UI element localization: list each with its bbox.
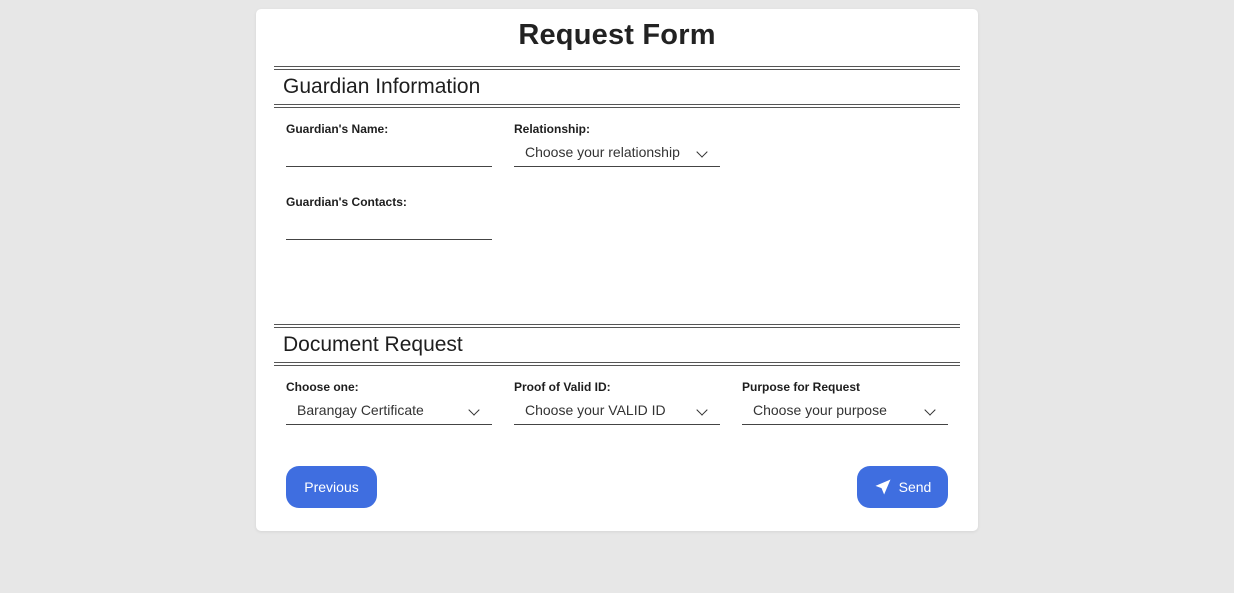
guardian-contacts-input[interactable]	[286, 217, 492, 240]
previous-button[interactable]: Previous	[286, 466, 377, 508]
request-form-card: Request Form Guardian Information Guardi…	[256, 9, 978, 531]
valid-id-select-value: Choose your VALID ID	[525, 402, 666, 418]
section-divider-top	[274, 324, 960, 328]
valid-id-label: Proof of Valid ID:	[514, 380, 611, 394]
chevron-down-icon	[468, 404, 480, 416]
send-button-label: Send	[898, 479, 932, 495]
choose-one-label: Choose one:	[286, 380, 359, 394]
guardian-name-input[interactable]	[286, 144, 492, 167]
previous-button-label: Previous	[304, 479, 359, 495]
chevron-down-icon	[696, 146, 708, 158]
guardian-name-label: Guardian's Name:	[286, 122, 389, 136]
send-button[interactable]: Send	[857, 466, 948, 508]
page-title: Request Form	[518, 19, 716, 51]
paper-plane-icon	[875, 479, 891, 495]
section-divider-bottom	[274, 362, 960, 366]
relationship-select[interactable]: Choose your relationship	[514, 141, 720, 167]
relationship-label: Relationship:	[514, 122, 591, 136]
document-section-title: Document Request	[283, 333, 463, 356]
purpose-label: Purpose for Request	[742, 380, 861, 394]
purpose-select[interactable]: Choose your purpose	[742, 399, 948, 425]
section-divider-top	[274, 66, 960, 70]
chevron-down-icon	[924, 404, 936, 416]
relationship-select-value: Choose your relationship	[525, 144, 680, 160]
document-type-select-value: Barangay Certificate	[297, 402, 424, 418]
document-type-select[interactable]: Barangay Certificate	[286, 399, 492, 425]
guardian-contacts-label: Guardian's Contacts:	[286, 195, 407, 209]
purpose-select-value: Choose your purpose	[753, 402, 887, 418]
valid-id-select[interactable]: Choose your VALID ID	[514, 399, 720, 425]
guardian-section-title: Guardian Information	[283, 75, 481, 98]
section-divider-bottom	[274, 104, 960, 108]
chevron-down-icon	[696, 404, 708, 416]
